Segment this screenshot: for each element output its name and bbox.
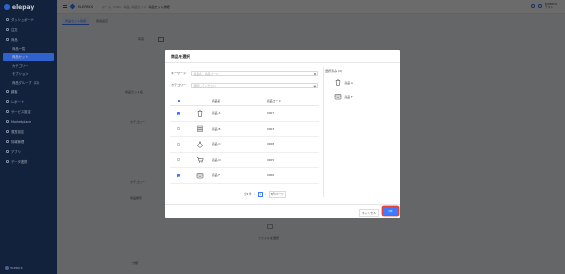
page-size-select[interactable]: 5件/ページ bbox=[268, 191, 286, 198]
chevron-down-icon bbox=[313, 84, 316, 87]
table-row[interactable]: 商品 D 0005 bbox=[170, 153, 319, 168]
product-code: 0005 bbox=[267, 157, 275, 162]
box-icon bbox=[334, 93, 342, 100]
product-table: 商品名 商品コード 商品 A 0007 商品 B 0003 商品 C 0008 商品 D 00… bbox=[170, 97, 319, 184]
category-label: カテゴリー bbox=[171, 83, 187, 87]
pagination: 全6 件 ‹ 1 › 5件/ページ bbox=[244, 191, 286, 198]
product-code: 0007 bbox=[267, 111, 275, 116]
row-checkbox[interactable] bbox=[176, 158, 181, 162]
divider bbox=[165, 204, 400, 205]
keyword-placeholder: 商品名、商品コード bbox=[193, 71, 219, 76]
bucket-icon bbox=[196, 110, 204, 117]
stack-icon bbox=[196, 125, 204, 132]
table-row[interactable]: 商品 A 0007 bbox=[170, 106, 319, 122]
selected-item-label: 商品 A bbox=[344, 80, 353, 85]
ok-button[interactable]: OK bbox=[383, 207, 398, 215]
bag-icon bbox=[196, 141, 204, 148]
row-checkbox[interactable] bbox=[176, 111, 181, 115]
column-code-header: 商品コード bbox=[267, 99, 281, 103]
selected-item[interactable]: 商品 A bbox=[334, 79, 353, 86]
category-placeholder: 選択してください bbox=[193, 83, 216, 88]
row-checkbox[interactable] bbox=[176, 127, 181, 131]
selected-item[interactable]: 商品 F bbox=[334, 93, 353, 100]
product-name: 商品 A bbox=[212, 111, 221, 116]
product-code: 0006 bbox=[267, 173, 275, 178]
table-body: 商品 A 0007 商品 B 0003 商品 C 0008 商品 D 0005 商品 F 0006 bbox=[170, 106, 319, 184]
table-row[interactable]: 商品 C 0008 bbox=[170, 137, 319, 153]
bucket-icon bbox=[334, 79, 342, 86]
product-name: 商品 F bbox=[212, 173, 221, 178]
product-code: 0008 bbox=[267, 142, 275, 147]
column-name-header: 商品名 bbox=[212, 99, 221, 103]
keyword-label: キーワード bbox=[171, 71, 187, 75]
table-row[interactable]: 商品 B 0003 bbox=[170, 122, 319, 137]
modal-title: 商品を選択 bbox=[171, 54, 190, 59]
product-name: 商品 C bbox=[212, 142, 221, 147]
selected-item-label: 商品 F bbox=[344, 94, 353, 99]
selected-panel: 選択済み (2) 商品 A 商品 F bbox=[323, 67, 395, 197]
divider bbox=[165, 62, 400, 63]
product-code: 0003 bbox=[267, 126, 275, 131]
sidebar-dim bbox=[0, 0, 57, 274]
pagination-total: 全6 件 bbox=[244, 193, 252, 197]
category-select[interactable]: 選択してください bbox=[191, 82, 318, 88]
keyword-input[interactable]: 商品名、商品コード bbox=[191, 70, 318, 76]
product-name: 商品 B bbox=[212, 126, 221, 131]
cancel-button[interactable]: キャンセル bbox=[359, 209, 379, 217]
next-page-icon[interactable]: › bbox=[265, 193, 266, 196]
box-icon bbox=[196, 172, 204, 179]
row-checkbox[interactable] bbox=[176, 173, 181, 177]
product-name: 商品 D bbox=[212, 157, 221, 162]
table-row[interactable]: 商品 F 0006 bbox=[170, 168, 319, 184]
search-icon[interactable] bbox=[313, 72, 316, 75]
selected-title: 選択済み (2) bbox=[325, 69, 343, 73]
page-number[interactable]: 1 bbox=[257, 192, 263, 197]
row-checkbox[interactable] bbox=[176, 142, 181, 146]
cart-icon bbox=[196, 156, 204, 163]
select-all-checkbox[interactable] bbox=[177, 100, 180, 102]
table-header: 商品名 商品コード bbox=[170, 97, 319, 106]
prev-page-icon[interactable]: ‹ bbox=[254, 193, 255, 196]
